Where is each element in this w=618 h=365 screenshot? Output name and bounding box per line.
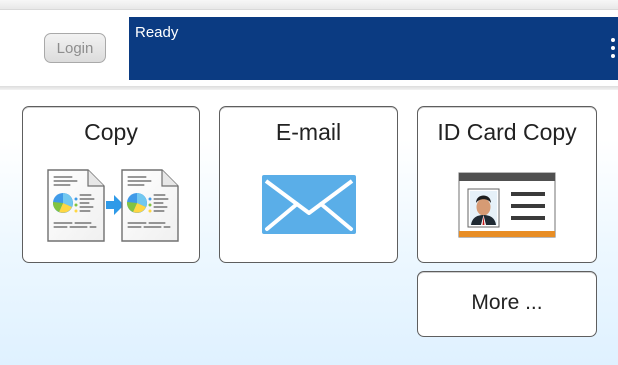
printer-home-screen: Login Ready Copy E-mail ID Card Copy Mor…	[0, 0, 618, 365]
copy-button[interactable]: Copy	[22, 106, 200, 263]
id-card-copy-label: ID Card Copy	[437, 119, 577, 145]
copy-document-icon	[23, 165, 199, 247]
status-bar: Ready	[129, 17, 618, 80]
more-button[interactable]: More ...	[417, 271, 597, 337]
more-label: More ...	[471, 291, 543, 314]
copy-label: Copy	[84, 119, 138, 145]
envelope-icon	[220, 165, 397, 247]
function-grid: Copy E-mail ID Card Copy More ...	[0, 90, 618, 365]
id-card-icon	[418, 165, 596, 247]
top-edge	[0, 0, 618, 10]
header: Login Ready	[0, 10, 618, 86]
vertical-ellipsis-icon[interactable]	[610, 38, 616, 62]
status-text: Ready	[135, 24, 179, 41]
email-button[interactable]: E-mail	[219, 106, 398, 263]
menu-dot	[611, 46, 615, 50]
login-button[interactable]: Login	[44, 33, 106, 63]
menu-dot	[611, 38, 615, 42]
email-label: E-mail	[275, 119, 342, 145]
id-card-copy-button[interactable]: ID Card Copy	[417, 106, 597, 263]
menu-dot	[611, 54, 615, 58]
